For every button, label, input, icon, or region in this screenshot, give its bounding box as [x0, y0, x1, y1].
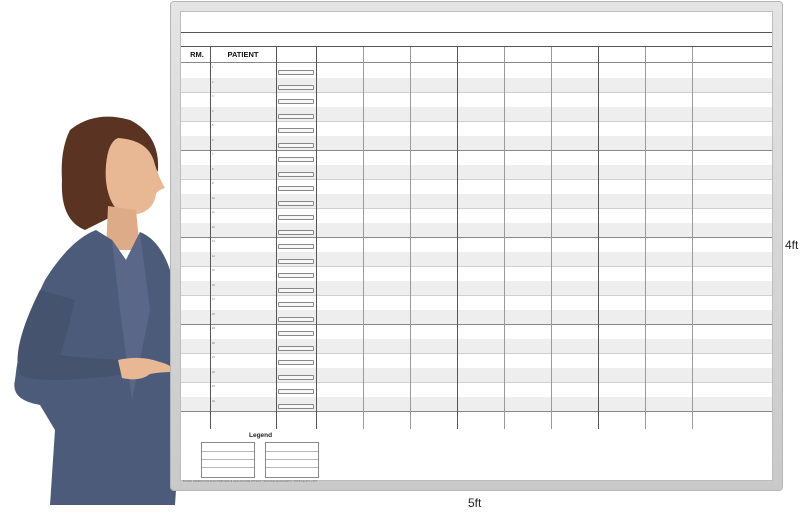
presenter-figure: [14, 116, 184, 505]
row-number: 13: [212, 240, 215, 243]
table-row: 6: [181, 135, 772, 150]
row-number: 18: [212, 312, 215, 316]
table-row: 13: [181, 237, 772, 252]
patient-grid: 1 2 3 4 5 6 7 8 9 10 11 12 13 14 15 16 17 18 19 20 21 22 23 24: [181, 46, 772, 429]
legend-title: Legend: [249, 432, 273, 439]
row-divider: [181, 411, 772, 412]
board-title-strip: [181, 12, 772, 33]
row-number: 21: [212, 356, 215, 359]
row-number: 16: [212, 283, 215, 287]
table-row: 5: [181, 121, 772, 136]
row-number: 2: [212, 80, 214, 84]
width-dimension-label: 5ft: [468, 496, 482, 510]
row-number: 22: [212, 370, 215, 374]
row-number: 24: [212, 399, 215, 403]
row-number: 7: [212, 153, 214, 156]
table-row: 21: [181, 353, 772, 368]
magnetic-strip: [278, 142, 314, 148]
magnetic-strip: [278, 345, 314, 351]
table-row: 7: [181, 150, 772, 165]
magnetic-strip: [278, 70, 314, 75]
column-divider: [551, 47, 552, 429]
row-number: 11: [212, 211, 215, 214]
magnetic-strip: [278, 258, 314, 264]
magnetic-strip: [278, 128, 314, 133]
row-number: 3: [212, 95, 214, 98]
table-row: 12: [181, 222, 772, 237]
magnetic-strip: [278, 273, 314, 278]
whiteboard-frame: RM. PATIENT 1 2 3 4 5 6 7 8 9 10 11 12 13 14 15 16 17 18 1…: [171, 2, 782, 490]
table-row: 22: [181, 367, 772, 382]
column-divider: [457, 47, 458, 429]
row-number: 12: [212, 225, 215, 229]
magnetic-strip: [278, 157, 314, 162]
row-number: 19: [212, 327, 215, 330]
row-number: 9: [212, 182, 214, 185]
row-number: 6: [212, 138, 214, 142]
magnetic-strip: [278, 84, 314, 90]
magnetic-strip: [278, 113, 314, 119]
table-row: 3: [181, 92, 772, 107]
table-row: 9: [181, 179, 772, 194]
magnetic-strip: [278, 99, 314, 104]
presenter-face: [105, 138, 165, 215]
column-divider: [210, 47, 211, 429]
magnetic-strip: [278, 403, 314, 409]
column-divider: [504, 47, 505, 429]
magnetic-strip: [278, 316, 314, 322]
column-divider: [410, 47, 411, 429]
board-fine-print: BOARD DIMENSIONS ■ WHITEBOARD ■ HEALTHCA…: [183, 480, 318, 483]
magnetic-strip: [278, 389, 314, 394]
row-number: 5: [212, 124, 214, 127]
legend-box-right: [265, 442, 319, 478]
legend-box-left: [201, 442, 255, 478]
table-row: 17: [181, 295, 772, 310]
table-row: 10: [181, 193, 772, 208]
column-divider: [363, 47, 364, 429]
magnetic-strip: [278, 374, 314, 380]
table-row: 2: [181, 77, 772, 92]
magnetic-strip: [278, 200, 314, 206]
row-number: 4: [212, 109, 214, 113]
table-row: 18: [181, 309, 772, 324]
table-row: 20: [181, 338, 772, 353]
table-row: 19: [181, 324, 772, 339]
magnetic-strip: [278, 186, 314, 191]
row-number: 20: [212, 341, 215, 345]
table-row: 11: [181, 208, 772, 223]
row-number: 17: [212, 298, 215, 301]
column-divider: [598, 47, 599, 429]
magnetic-strip: [278, 287, 314, 293]
table-row: 23: [181, 382, 772, 397]
table-row: 1: [181, 63, 772, 78]
row-number: 10: [212, 196, 215, 200]
table-row: 16: [181, 280, 772, 295]
magnetic-strip: [278, 331, 314, 336]
magnetic-strip: [278, 302, 314, 307]
column-divider: [316, 47, 317, 429]
table-row: 15: [181, 266, 772, 281]
magnetic-strip: [278, 244, 314, 249]
height-dimension-label: 4ft: [785, 238, 799, 252]
magnetic-strip: [278, 229, 314, 235]
table-row: 14: [181, 251, 772, 266]
table-row: 24: [181, 396, 772, 411]
row-number: 14: [212, 254, 215, 258]
row-number: 8: [212, 167, 214, 171]
row-number: 1: [212, 66, 214, 69]
column-divider: [692, 47, 693, 429]
table-row: 8: [181, 164, 772, 179]
column-divider: [276, 47, 277, 429]
whiteboard-surface: RM. PATIENT 1 2 3 4 5 6 7 8 9 10 11 12 13 14 15 16 17 18 1…: [180, 11, 773, 483]
magnetic-strip: [278, 360, 314, 365]
magnetic-strip: [278, 215, 314, 220]
row-number: 15: [212, 269, 215, 272]
magnetic-strip: [278, 171, 314, 177]
column-divider: [645, 47, 646, 429]
table-row: 4: [181, 106, 772, 121]
row-number: 23: [212, 385, 215, 388]
